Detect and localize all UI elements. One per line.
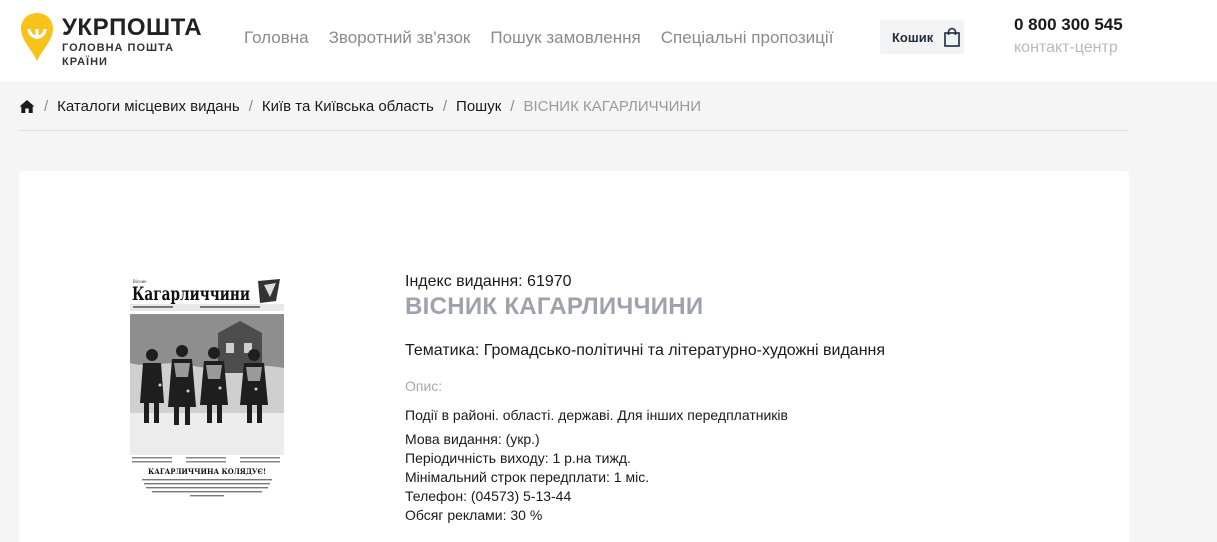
publication-theme: Тематика: Громадсько-політичні та літера… [405, 342, 886, 359]
detail-ad-volume: Обсяг реклами: 30 % [405, 507, 543, 523]
breadcrumb-separator: / [44, 98, 49, 115]
home-icon[interactable] [19, 99, 35, 114]
publication-cover-image[interactable]: Вісник Кагарличчини КАГАРЛИЧЧИНА КОЛЯДУЄ… [130, 273, 284, 503]
detail-phone: Телефон: (04573) 5-13-44 [405, 488, 572, 504]
publication-description: Події в районі. області. державі. Для ін… [405, 407, 788, 423]
breadcrumb-current: ВІСНИК КАГАРЛИЧЧИНИ [523, 98, 702, 115]
ukrposhta-logo[interactable]: УКРПОШТА ГОЛОВНА ПОШТА КРАЇНИ [20, 12, 210, 68]
breadcrumb-separator: / [442, 98, 448, 115]
logo-pin-icon [20, 12, 54, 62]
contact-center: 0 800 300 545 контакт-центр [1014, 14, 1123, 60]
publication-card: Вісник Кагарличчини КАГАРЛИЧЧИНА КОЛЯДУЄ… [19, 171, 1129, 542]
cart-label: Кошик [892, 29, 934, 45]
contact-label: контакт-центр [1014, 39, 1118, 56]
breadcrumb: / Каталоги місцевих видань / Київ та Киї… [19, 96, 1129, 131]
logo-name: УКРПОШТА [62, 14, 203, 41]
breadcrumb-item-search[interactable]: Пошук [456, 98, 501, 116]
cover-masthead: Кагарличчини [132, 283, 250, 305]
breadcrumb-separator: / [248, 98, 253, 115]
shopping-bag-icon [944, 27, 961, 47]
detail-frequency: Періодичність виходу: 1 р.на тижд. [405, 450, 631, 466]
contact-phone[interactable]: 0 800 300 545 [1014, 14, 1123, 36]
breadcrumb-item-kyiv[interactable]: Київ та Київська область [262, 98, 434, 116]
nav-home[interactable]: Головна [244, 28, 309, 48]
logo-tagline: ГОЛОВНА ПОШТА КРАЇНИ [62, 42, 175, 68]
cart-button[interactable]: Кошик [880, 20, 964, 54]
detail-language: Мова видання: (укр.) [405, 431, 540, 447]
publication-info: Індекс видання: 61970 ВІСНИК КАГАРЛИЧЧИН… [405, 273, 1105, 525]
cover-headline: КАГАРЛИЧЧИНА КОЛЯДУЄ! [148, 467, 266, 476]
nav-special-offers[interactable]: Спеціальні пропозиції [661, 28, 834, 48]
main-nav: Головна Зворотний зв'язок Пошук замовлен… [244, 28, 853, 48]
site-header: УКРПОШТА ГОЛОВНА ПОШТА КРАЇНИ Головна Зв… [0, 0, 1217, 82]
description-label: Опис: [405, 378, 443, 394]
detail-min-subscription: Мінімальний строк передплати: 1 міс. [405, 469, 650, 485]
publication-index: Індекс видання: 61970 [405, 273, 572, 290]
publication-title: ВІСНИК КАГАРЛИЧЧИНИ [405, 293, 704, 320]
breadcrumb-item-catalogs[interactable]: Каталоги місцевих видань [57, 98, 240, 116]
nav-order-search[interactable]: Пошук замовлення [490, 28, 640, 48]
breadcrumb-separator: / [510, 98, 515, 115]
nav-feedback[interactable]: Зворотний зв'язок [329, 28, 471, 48]
